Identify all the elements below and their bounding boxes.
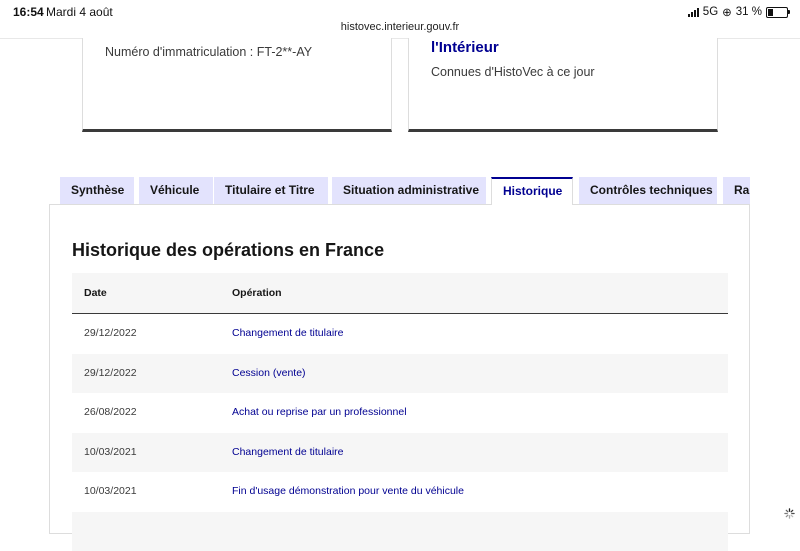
battery-icon bbox=[766, 7, 788, 18]
row-date: 29/12/2022 bbox=[84, 314, 137, 354]
history-table: Date Opération 29/12/2022 Changement de … bbox=[72, 273, 728, 551]
row-operation[interactable]: Achat ou reprise par un professionnel bbox=[232, 393, 407, 433]
tab-synthese[interactable]: Synthèse bbox=[60, 177, 134, 204]
table-row bbox=[72, 512, 728, 551]
column-header-date: Date bbox=[84, 273, 107, 313]
table-row: 10/03/2021 Changement de titulaire bbox=[72, 433, 728, 473]
tab-situation-administrative[interactable]: Situation administrative bbox=[332, 177, 486, 204]
row-date: 10/03/2021 bbox=[84, 433, 137, 473]
section-title: Historique des opérations en France bbox=[72, 240, 384, 261]
tab-rapport[interactable]: Rapport bbox=[723, 177, 750, 204]
card-title[interactable]: l'Intérieur bbox=[431, 39, 499, 56]
tab-controles-techniques[interactable]: Contrôles techniques bbox=[579, 177, 717, 204]
loading-spinner-icon bbox=[784, 508, 795, 519]
tab-titulaire[interactable]: Titulaire et Titre bbox=[214, 177, 328, 204]
row-operation[interactable]: Fin d'usage démonstration pour vente du … bbox=[232, 472, 464, 512]
address-bar-url[interactable]: histovec.interieur.gouv.fr bbox=[0, 21, 800, 33]
tab-list: Synthèse Véhicule Titulaire et Titre Sit… bbox=[60, 177, 750, 205]
tab-vehicule[interactable]: Véhicule bbox=[139, 177, 213, 204]
status-time: 16:54 bbox=[13, 5, 44, 19]
status-bar: 16:54 Mardi 4 août histovec.interieur.go… bbox=[0, 0, 800, 39]
row-date: 26/08/2022 bbox=[84, 393, 137, 433]
table-row: 29/12/2022 Cession (vente) bbox=[72, 354, 728, 394]
vehicle-card: Numéro d'immatriculation : FT-2**-AY bbox=[82, 38, 392, 132]
column-header-operation: Opération bbox=[232, 273, 282, 313]
battery-percent: 31 % bbox=[736, 6, 762, 18]
cellular-signal-icon bbox=[688, 7, 699, 17]
ministry-card: l'Intérieur Connues d'HistoVec à ce jour bbox=[408, 38, 718, 132]
lock-rotation-icon: ⊕ bbox=[722, 5, 732, 19]
card-subtitle: Connues d'HistoVec à ce jour bbox=[431, 65, 595, 79]
row-date: 29/12/2022 bbox=[84, 354, 137, 394]
row-operation[interactable]: Cession (vente) bbox=[232, 354, 306, 394]
table-row: 26/08/2022 Achat ou reprise par un profe… bbox=[72, 393, 728, 433]
table-row: 10/03/2021 Fin d'usage démonstration pou… bbox=[72, 472, 728, 512]
status-indicators: 5G ⊕ 31 % bbox=[688, 5, 788, 19]
status-date: Mardi 4 août bbox=[46, 5, 113, 19]
tab-historique[interactable]: Historique bbox=[491, 177, 573, 205]
row-operation[interactable]: Changement de titulaire bbox=[232, 314, 344, 354]
registration-number: Numéro d'immatriculation : FT-2**-AY bbox=[105, 45, 312, 59]
row-operation[interactable]: Changement de titulaire bbox=[232, 433, 344, 473]
network-type: 5G bbox=[703, 6, 718, 18]
table-row: 29/12/2022 Changement de titulaire bbox=[72, 314, 728, 354]
table-header: Date Opération bbox=[72, 273, 728, 314]
row-date: 10/03/2021 bbox=[84, 472, 137, 512]
